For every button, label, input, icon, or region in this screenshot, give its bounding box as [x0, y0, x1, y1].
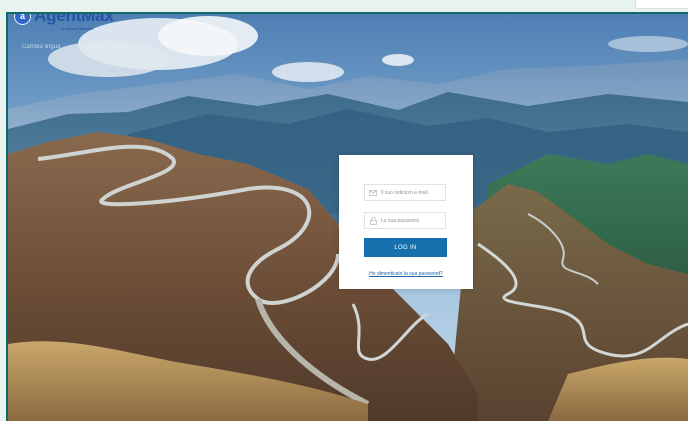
brand-tagline: by Affluent Networks	[61, 27, 93, 31]
brand-name: AgentMax	[34, 14, 114, 25]
lock-icon	[369, 216, 377, 225]
login-card: LOG IN Ho dimenticato la sua password?	[339, 155, 473, 289]
email-input[interactable]	[381, 189, 445, 196]
password-input[interactable]	[381, 217, 445, 224]
forgot-password-link[interactable]: Ho dimenticato la sua password?	[339, 271, 473, 277]
browser-frame: a AgentMax by Affluent Networks Cambia l…	[6, 12, 688, 421]
email-field[interactable]	[364, 184, 446, 201]
top-right-box	[635, 0, 688, 9]
password-field[interactable]	[364, 212, 446, 229]
language-link[interactable]: Cambia lingua	[22, 44, 60, 50]
top-strip	[0, 0, 688, 12]
logo-icon: a	[14, 14, 31, 25]
brand-logo[interactable]: a AgentMax	[14, 14, 114, 26]
login-page: a AgentMax by Affluent Networks Cambia l…	[8, 14, 688, 421]
envelope-icon	[369, 189, 377, 197]
login-button[interactable]: LOG IN	[364, 238, 447, 257]
